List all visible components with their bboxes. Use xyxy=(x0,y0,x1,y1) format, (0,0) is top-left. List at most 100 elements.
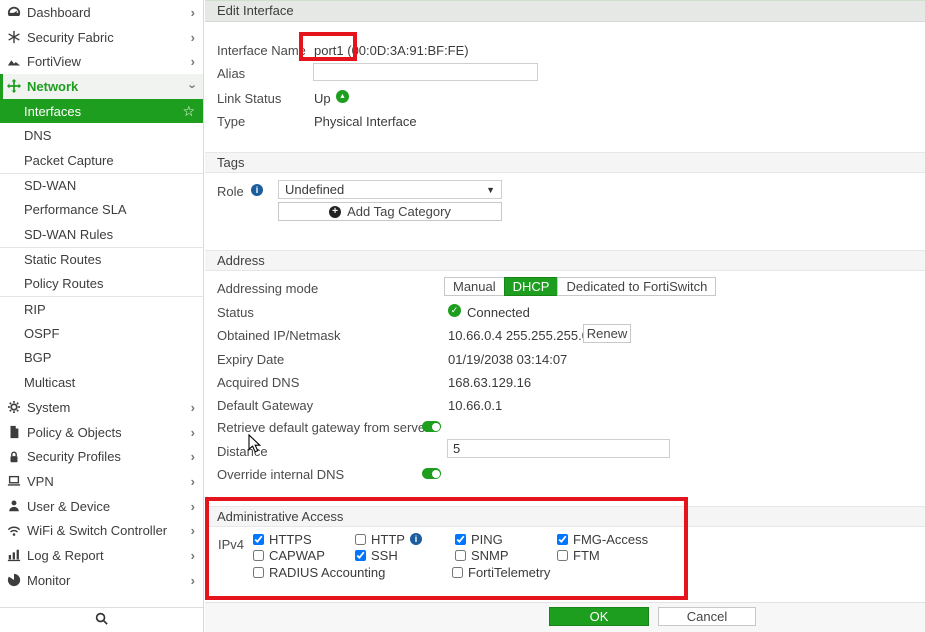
acquired-dns-label: Acquired DNS xyxy=(217,375,299,390)
sidebar-item-rip[interactable]: RIP xyxy=(0,296,203,321)
sidebar-item-multicast[interactable]: Multicast xyxy=(0,370,203,395)
addressing-mode-label: Addressing mode xyxy=(217,281,318,296)
acquired-dns-value: 168.63.129.16 xyxy=(448,375,531,390)
status-label: Status xyxy=(217,305,254,320)
lock-icon xyxy=(6,450,22,464)
fmg-access-checkbox[interactable] xyxy=(557,534,568,545)
link-status-label: Link Status xyxy=(217,91,281,106)
ssh-checkbox[interactable] xyxy=(355,550,366,561)
chevron-right-icon: › xyxy=(191,450,195,463)
role-select[interactable]: Undefined ▼ xyxy=(278,180,502,199)
sidebar-item-monitor[interactable]: Monitor› xyxy=(0,568,203,593)
ping-checkbox[interactable] xyxy=(455,534,466,545)
checkbox-fortitelemetry[interactable]: FortiTelemetry xyxy=(452,564,550,581)
chevron-down-icon: › xyxy=(186,84,199,88)
sidebar-item-ospf[interactable]: OSPF xyxy=(0,321,203,346)
sidebar-item-packet-capture[interactable]: Packet Capture xyxy=(0,148,203,173)
sidebar-item-static-routes[interactable]: Static Routes xyxy=(0,247,203,272)
status-value: Connected xyxy=(467,305,530,320)
checkbox-radius-accounting[interactable]: RADIUS Accounting xyxy=(253,564,385,581)
sidebar-item-dashboard[interactable]: Dashboard› xyxy=(0,0,203,25)
cancel-button[interactable]: Cancel xyxy=(658,607,756,626)
alias-input[interactable] xyxy=(313,63,538,81)
role-info-icon[interactable]: i xyxy=(251,184,263,196)
radius-accounting-checkbox[interactable] xyxy=(253,567,264,578)
http-checkbox[interactable] xyxy=(355,534,366,545)
dropdown-caret-icon: ▼ xyxy=(486,185,495,195)
checkbox-http[interactable]: HTTPi xyxy=(355,531,422,548)
fortiview-icon xyxy=(6,55,22,69)
sidebar-item-log-report[interactable]: Log & Report› xyxy=(0,543,203,568)
dashboard-icon xyxy=(6,5,22,19)
role-selected-value: Undefined xyxy=(285,182,344,197)
retrieve-gateway-toggle[interactable] xyxy=(422,421,441,432)
expiry-date-value: 01/19/2038 03:14:07 xyxy=(448,352,567,367)
snmp-checkbox[interactable] xyxy=(455,550,466,561)
sidebar-item-user-device[interactable]: User & Device› xyxy=(0,494,203,519)
sidebar-search[interactable] xyxy=(0,607,203,632)
sidebar-item-security-profiles[interactable]: Security Profiles› xyxy=(0,444,203,469)
sidebar-item-system[interactable]: System› xyxy=(0,395,203,420)
http-info-icon[interactable]: i xyxy=(410,533,422,545)
sidebar-item-wifi-switch-controller[interactable]: WiFi & Switch Controller› xyxy=(0,518,203,543)
sidebar-item-vpn[interactable]: VPN› xyxy=(0,469,203,494)
mouse-cursor xyxy=(248,434,262,457)
security-fabric-icon xyxy=(6,30,22,44)
sidebar-item-bgp[interactable]: BGP xyxy=(0,346,203,371)
sidebar-item-policy-objects[interactable]: Policy & Objects› xyxy=(0,420,203,445)
override-dns-toggle[interactable] xyxy=(422,468,441,479)
expiry-date-label: Expiry Date xyxy=(217,352,284,367)
default-gateway-label: Default Gateway xyxy=(217,398,313,413)
sidebar-item-interfaces[interactable]: Interfaces☆ xyxy=(0,99,203,124)
retrieve-gateway-label: Retrieve default gateway from server xyxy=(217,420,429,435)
mode-manual-button[interactable]: Manual xyxy=(444,277,505,296)
admin-access-column-3: PING SNMP FortiTelemetry xyxy=(455,531,550,581)
sidebar-item-network[interactable]: Network› xyxy=(0,74,203,99)
chevron-right-icon: › xyxy=(191,574,195,587)
connected-check-icon: ✓ xyxy=(448,304,461,317)
checkbox-ftm[interactable]: FTM xyxy=(557,548,648,565)
checkbox-snmp[interactable]: SNMP xyxy=(455,548,550,565)
ok-button[interactable]: OK xyxy=(549,607,649,626)
sidebar-item-sd-wan-rules[interactable]: SD-WAN Rules xyxy=(0,222,203,247)
renew-button[interactable]: Renew xyxy=(583,324,631,343)
chevron-right-icon: › xyxy=(191,401,195,414)
sidebar-item-security-fabric[interactable]: Security Fabric› xyxy=(0,25,203,50)
checkbox-ssh[interactable]: SSH xyxy=(355,548,422,565)
mode-dhcp-button[interactable]: DHCP xyxy=(504,277,559,296)
wifi-icon xyxy=(6,524,22,538)
gear-icon xyxy=(6,400,22,414)
plus-circle-icon: + xyxy=(329,206,341,218)
addressing-mode-segment: Manual DHCP Dedicated to FortiSwitch xyxy=(444,277,716,296)
chevron-right-icon: › xyxy=(191,55,195,68)
page-title: Edit Interface xyxy=(205,0,925,22)
pie-chart-icon xyxy=(6,573,22,587)
checkbox-ping[interactable]: PING xyxy=(455,531,550,548)
fortitelemetry-checkbox[interactable] xyxy=(452,567,463,578)
type-label: Type xyxy=(217,114,245,129)
search-icon xyxy=(94,611,109,629)
interface-name-value: port1 (00:0D:3A:91:BF:FE) xyxy=(314,43,469,58)
chevron-right-icon: › xyxy=(191,31,195,44)
favorite-star-icon[interactable]: ☆ xyxy=(182,103,195,120)
distance-input[interactable] xyxy=(447,439,670,458)
sidebar-item-dns[interactable]: DNS xyxy=(0,123,203,148)
laptop-icon xyxy=(6,474,22,488)
default-gateway-value: 10.66.0.1 xyxy=(448,398,502,413)
checkbox-fmg-access[interactable]: FMG-Access xyxy=(557,531,648,548)
sidebar-item-policy-routes[interactable]: Policy Routes xyxy=(0,272,203,297)
add-tag-category-button[interactable]: + Add Tag Category xyxy=(278,202,502,221)
capwap-checkbox[interactable] xyxy=(253,550,264,561)
ipv4-label: IPv4 xyxy=(218,537,244,552)
ftm-checkbox[interactable] xyxy=(557,550,568,561)
admin-access-section-header: Administrative Access xyxy=(205,506,925,527)
override-dns-label: Override internal DNS xyxy=(217,467,344,482)
link-up-icon: ▲ xyxy=(336,90,349,103)
document-icon xyxy=(6,425,22,439)
bar-chart-icon xyxy=(6,548,22,562)
sidebar-item-sd-wan[interactable]: SD-WAN xyxy=(0,173,203,198)
sidebar-item-performance-sla[interactable]: Performance SLA xyxy=(0,198,203,223)
sidebar-item-fortiview[interactable]: FortiView› xyxy=(0,49,203,74)
mode-fortiswitch-button[interactable]: Dedicated to FortiSwitch xyxy=(557,277,716,296)
https-checkbox[interactable] xyxy=(253,534,264,545)
